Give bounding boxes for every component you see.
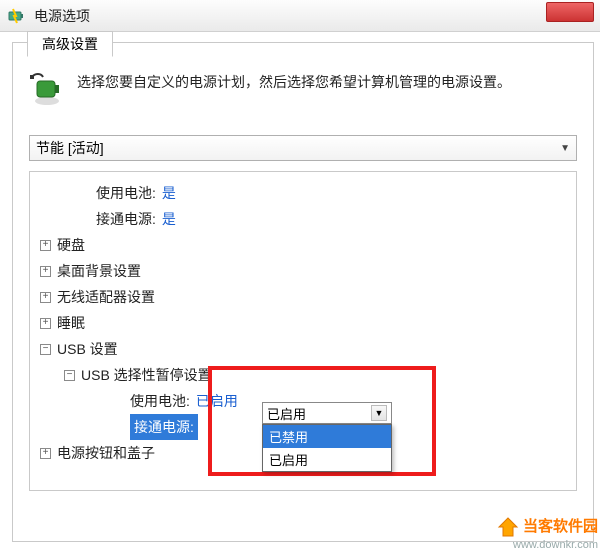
- tree-label: 电源按钮和盖子: [57, 440, 155, 466]
- plan-combobox[interactable]: 节能 [活动] ▼: [29, 135, 577, 161]
- watermark-logo-icon: [497, 516, 519, 538]
- dropdown-option-enabled[interactable]: 已启用: [263, 448, 391, 471]
- tree-label: USB 设置: [57, 336, 118, 362]
- plan-combobox-value: 节能 [活动]: [36, 138, 104, 158]
- description-row: 选择您要自定义的电源计划，然后选择您希望计算机管理的电源设置。: [23, 67, 583, 117]
- collapse-icon[interactable]: −: [64, 370, 75, 381]
- watermark-name: 当客软件园: [523, 517, 598, 537]
- tree-node-usb-selective[interactable]: − USB 选择性暂停设置: [38, 362, 568, 388]
- tree-label: 无线适配器设置: [57, 284, 155, 310]
- collapse-icon[interactable]: −: [40, 344, 51, 355]
- tree-label: USB 选择性暂停设置: [81, 362, 212, 388]
- tree-node-usb[interactable]: − USB 设置: [38, 336, 568, 362]
- watermark: 当客软件园 www.downkr.com: [497, 516, 598, 552]
- usb-ac-dropdown[interactable]: 已启用 ▼: [262, 402, 392, 424]
- tree-label: 接通电源:: [96, 206, 156, 232]
- tree-label: 睡眠: [57, 310, 85, 336]
- dropdown-option-disabled[interactable]: 已禁用: [263, 425, 391, 448]
- tree-row-ac: 接通电源: 是: [38, 206, 568, 232]
- usb-ac-dropdown-list: 已禁用 已启用: [262, 424, 392, 472]
- tree-label: 使用电池:: [96, 180, 156, 206]
- settings-tree: 使用电池: 是 接通电源: 是 + 硬盘 + 桌面背景设置 + 无线适配器: [29, 171, 577, 491]
- tree-label-selected: 接通电源:: [130, 414, 198, 440]
- expand-icon[interactable]: +: [40, 318, 51, 329]
- battery-large-icon: [29, 71, 65, 107]
- tree-row-battery: 使用电池: 是: [38, 180, 568, 206]
- titlebar: 电源选项: [0, 0, 600, 32]
- expand-icon[interactable]: +: [40, 448, 51, 459]
- tree-node-sleep[interactable]: + 睡眠: [38, 310, 568, 336]
- chevron-down-icon: ▼: [371, 405, 387, 421]
- window-title: 电源选项: [34, 6, 90, 26]
- close-button[interactable]: [546, 2, 594, 22]
- description-text: 选择您要自定义的电源计划，然后选择您希望计算机管理的电源设置。: [77, 71, 511, 93]
- expand-icon[interactable]: +: [40, 266, 51, 277]
- chevron-down-icon: ▼: [560, 143, 570, 154]
- tab-panel: 高级设置 选择您要自定义的电源计划，然后选择您希望计算机管理的电源设置。 节能 …: [12, 42, 594, 542]
- tree-node-background[interactable]: + 桌面背景设置: [38, 258, 568, 284]
- tree-label: 桌面背景设置: [57, 258, 141, 284]
- tree-value-link[interactable]: 是: [162, 180, 176, 206]
- expand-icon[interactable]: +: [40, 240, 51, 251]
- expand-icon[interactable]: +: [40, 292, 51, 303]
- tab-advanced[interactable]: 高级设置: [27, 31, 113, 57]
- dropdown-current: 已启用: [267, 404, 306, 423]
- battery-icon: [6, 6, 26, 26]
- tree-label: 使用电池:: [130, 388, 190, 414]
- watermark-url: www.downkr.com: [497, 538, 598, 552]
- tree-label: 硬盘: [57, 232, 85, 258]
- tree-node-hdd[interactable]: + 硬盘: [38, 232, 568, 258]
- tree-node-wireless[interactable]: + 无线适配器设置: [38, 284, 568, 310]
- tree-value-link[interactable]: 是: [162, 206, 176, 232]
- tree-value-link[interactable]: 已启用: [196, 388, 238, 414]
